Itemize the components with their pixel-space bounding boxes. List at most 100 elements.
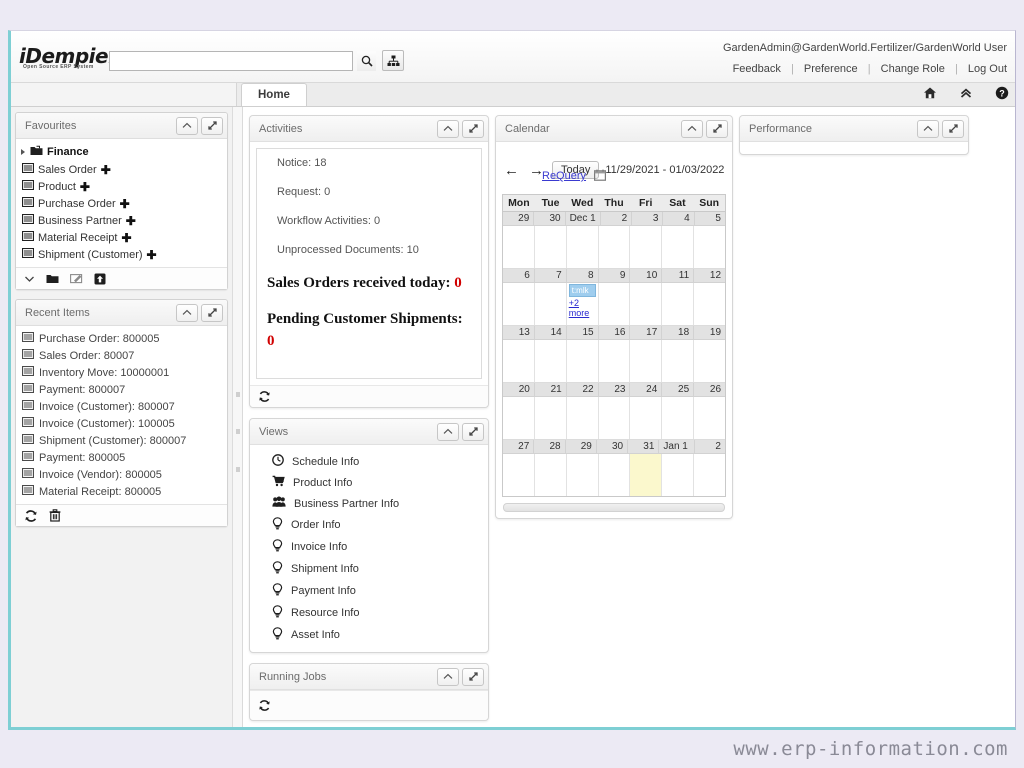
calendar-day-cell[interactable] [694,340,725,382]
view-item-order-info[interactable]: Order Info [250,514,488,536]
list-item[interactable]: Payment: 800005 [16,449,227,466]
activities-collapse-button[interactable] [437,119,459,138]
calendar-day-cell[interactable] [535,454,567,496]
feedback-link[interactable]: Feedback [733,63,781,75]
chevron-down-icon[interactable] [24,275,35,283]
list-item[interactable]: Sales Order: 80007 [16,347,227,364]
day-number[interactable]: 30 [534,212,566,225]
day-number[interactable]: 5 [695,212,725,225]
plus-icon[interactable]: ✚ [126,215,136,227]
add-favourite-icon[interactable] [94,273,106,285]
calendar-day-cell[interactable] [694,397,725,439]
tab-home[interactable]: Home [241,83,307,106]
favourites-item-sales-order[interactable]: Sales Order ✚ [16,161,227,178]
recent-items-collapse-button[interactable] [176,303,198,322]
calendar-day-cell[interactable] [567,454,599,496]
day-number[interactable]: 12 [694,269,725,282]
day-number[interactable]: 25 [662,383,695,396]
calendar-day-cell[interactable] [599,340,631,382]
day-number[interactable]: 3 [632,212,664,225]
list-item[interactable]: Material Receipt: 800005 [16,483,227,500]
calendar-day-cell[interactable] [694,226,725,268]
list-item[interactable]: Invoice (Customer): 800007 [16,398,227,415]
preference-link[interactable]: Preference [804,63,858,75]
plus-icon[interactable]: ✚ [80,181,90,193]
running-jobs-maximize-button[interactable] [462,667,484,686]
calendar-day-cell[interactable] [599,397,631,439]
view-item-business-partner-info[interactable]: Business Partner Info [250,493,488,514]
view-item-invoice-info[interactable]: Invoice Info [250,536,488,558]
calendar-day-cell[interactable] [630,226,663,268]
calendar-day-cell[interactable] [567,340,599,382]
calendar-day-cell[interactable] [567,397,599,439]
calendar-day-cell[interactable] [662,340,695,382]
calendar-day-cell[interactable] [503,283,535,325]
calendar-day-cell[interactable] [535,397,567,439]
calendar-day-cell[interactable] [662,283,695,325]
activities-workflow[interactable]: Workflow Activities: 0 [277,215,471,227]
day-number[interactable]: 30 [597,440,629,453]
global-search-input[interactable] [109,51,353,71]
refresh-icon[interactable] [24,509,38,523]
view-item-asset-info[interactable]: Asset Info [250,624,488,646]
view-item-schedule-info[interactable]: Schedule Info [250,451,488,472]
sitemap-icon[interactable] [382,50,404,71]
view-item-shipment-info[interactable]: Shipment Info [250,558,488,580]
activities-notice[interactable]: Notice: 18 [277,157,471,169]
day-number[interactable]: 17 [630,326,663,339]
activities-unprocessed-documents[interactable]: Unprocessed Documents: 10 [277,244,471,256]
calendar-day-cell[interactable] [503,226,535,268]
search-icon[interactable] [357,51,376,71]
refresh-icon[interactable] [258,699,271,712]
calendar-prev-button[interactable]: ← [502,163,521,178]
performance-maximize-button[interactable] [942,119,964,138]
list-item[interactable]: Invoice (Vendor): 800005 [16,466,227,483]
day-number[interactable]: 9 [599,269,631,282]
day-number[interactable]: 16 [599,326,631,339]
favourites-item-material-receipt[interactable]: Material Receipt ✚ [16,229,227,246]
favourites-collapse-button[interactable] [176,116,198,135]
calendar-collapse-button[interactable] [681,119,703,138]
calendar-day-cell[interactable] [599,226,631,268]
calendar-day-cell[interactable] [503,454,535,496]
day-number[interactable]: 19 [694,326,725,339]
change-role-link[interactable]: Change Role [881,63,945,75]
plus-icon[interactable]: ✚ [147,249,157,261]
day-number[interactable]: 2 [695,440,725,453]
day-number[interactable]: 15 [567,326,599,339]
list-item[interactable]: Invoice (Customer): 100005 [16,415,227,432]
list-item[interactable]: Inventory Move: 10000001 [16,364,227,381]
sidebar-splitter[interactable] [233,107,243,727]
refresh-icon[interactable] [258,390,271,403]
rename-icon[interactable] [70,273,83,284]
log-out-link[interactable]: Log Out [968,63,1007,75]
calendar-day-cell[interactable] [694,454,725,496]
day-number[interactable]: 10 [630,269,663,282]
favourites-item-finance[interactable]: Finance [16,143,227,161]
calendar-day-cell[interactable] [599,283,631,325]
day-number[interactable]: Dec 1 [566,212,601,225]
help-icon[interactable]: ? [995,86,1009,100]
views-collapse-button[interactable] [437,422,459,441]
calendar-day-cell[interactable] [694,283,725,325]
new-folder-icon[interactable] [46,273,59,284]
calendar-day-cell[interactable] [535,283,567,325]
activities-maximize-button[interactable] [462,119,484,138]
plus-icon[interactable]: ✚ [101,164,111,176]
calendar-day-cell[interactable] [535,340,567,382]
day-number[interactable]: 7 [535,269,567,282]
calendar-horizontal-scrollbar[interactable] [503,503,725,512]
calendar-event[interactable]: t:mlk [568,284,596,297]
favourites-item-business-partner[interactable]: Business Partner ✚ [16,212,227,229]
day-number[interactable]: 22 [567,383,599,396]
home-icon[interactable] [923,86,937,100]
day-number[interactable]: 18 [662,326,695,339]
collapse-all-icon[interactable] [959,86,973,100]
calendar-day-cell[interactable] [662,226,695,268]
calendar-day-cell-today[interactable] [630,454,663,496]
list-item[interactable]: Purchase Order: 800005 [16,330,227,347]
activities-request[interactable]: Request: 0 [277,186,471,198]
day-number[interactable]: 28 [534,440,566,453]
calendar-day-cell[interactable] [630,340,663,382]
trash-icon[interactable] [49,509,61,522]
